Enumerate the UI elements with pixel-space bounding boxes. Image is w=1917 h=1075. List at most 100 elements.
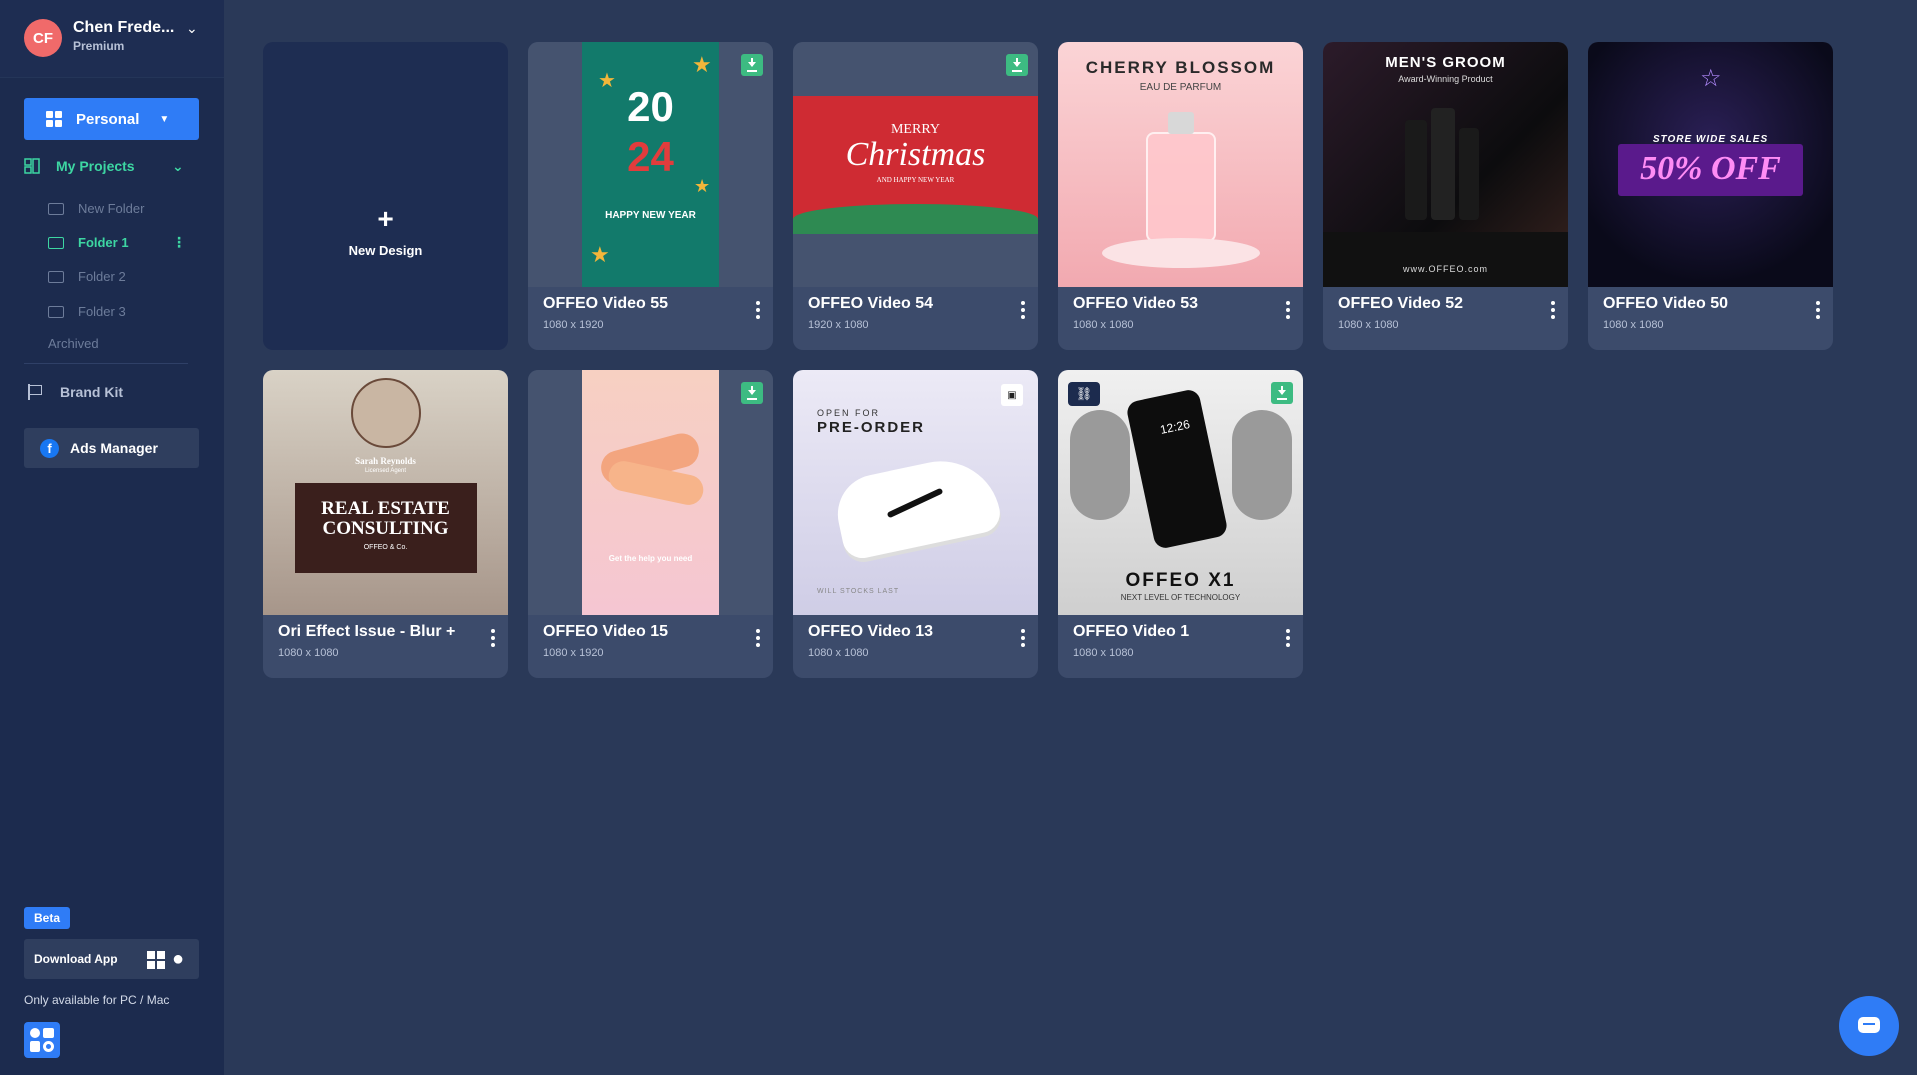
more-options-icon[interactable]: ⋮ <box>172 234 186 251</box>
project-title: OFFEO Video 53 <box>1073 295 1199 312</box>
offeo-logo[interactable] <box>24 1022 60 1058</box>
folder-item-1[interactable]: Folder 1 ⋮ <box>48 234 186 250</box>
project-thumbnail: STORE WIDE SALES 50% OFF ☆ <box>1588 42 1833 287</box>
download-icon[interactable] <box>1271 382 1293 404</box>
nav-my-projects[interactable]: My Projects ⌄ <box>24 158 184 174</box>
facebook-icon: f <box>40 438 59 458</box>
new-design-card[interactable]: + New Design <box>263 42 508 350</box>
project-title: OFFEO Video 52 <box>1338 295 1464 312</box>
folder-item-3[interactable]: Folder 3 <box>48 304 126 319</box>
project-title: OFFEO Video 13 <box>808 623 934 640</box>
project-size: 1080 x 1080 <box>278 647 339 659</box>
user-name: Chen Frede... <box>73 19 175 36</box>
project-card[interactable]: MEN'S GROOM Award-Winning Product www.OF… <box>1323 42 1568 350</box>
thumb-text: Christmas <box>845 136 986 173</box>
project-size: 1080 x 1080 <box>1338 319 1399 331</box>
download-icon[interactable] <box>1006 54 1028 76</box>
folder-item-2[interactable]: Folder 2 <box>48 269 126 284</box>
windows-icon <box>147 951 165 969</box>
chevron-down-icon[interactable]: ⌄ <box>186 20 198 37</box>
workspace-select-button[interactable]: Personal ▼ <box>24 98 199 140</box>
project-card[interactable]: OPEN FOR PRE-ORDER WILL STOCKS LAST ▣ OF… <box>793 370 1038 678</box>
thumb-text: CHERRY BLOSSOM <box>1085 58 1276 77</box>
thumb-text: OPEN FOR <box>817 408 881 418</box>
project-title: OFFEO Video 15 <box>543 623 669 640</box>
project-thumbnail: Sarah Reynolds Licensed Agent REAL ESTAT… <box>263 370 508 615</box>
more-options-icon[interactable] <box>1017 298 1029 322</box>
download-app-label: Download App <box>34 952 118 966</box>
project-size: 1920 x 1080 <box>808 319 869 331</box>
download-icon[interactable] <box>741 382 763 404</box>
thumb-text: Licensed Agent <box>364 468 407 474</box>
new-folder-button[interactable]: New Folder <box>48 201 144 216</box>
project-card[interactable]: Get the help you need OFFEO Video 15 108… <box>528 370 773 678</box>
thumb-text: OFFEO X1 <box>1125 570 1236 591</box>
project-card[interactable]: STORE WIDE SALES 50% OFF ☆ OFFEO Video 5… <box>1588 42 1833 350</box>
thumb-text: Get the help you need <box>608 554 693 563</box>
thumb-text: www.OFFEO.com <box>1402 264 1488 274</box>
link-icon[interactable]: ⛓ <box>1068 382 1100 406</box>
thumb-text: Sarah Reynolds <box>355 456 416 466</box>
nav-brand-kit[interactable]: Brand Kit <box>28 384 123 400</box>
thumb-text: EAU DE PARFUM <box>1139 82 1222 93</box>
project-thumbnail: MERRY Christmas AND HAPPY NEW YEAR <box>793 42 1038 287</box>
more-options-icon[interactable] <box>1282 298 1294 322</box>
more-options-icon[interactable] <box>1547 298 1559 322</box>
more-options-icon[interactable] <box>752 298 764 322</box>
project-size: 1080 x 1920 <box>543 319 604 331</box>
more-options-icon[interactable] <box>1812 298 1824 322</box>
project-thumbnail: MEN'S GROOM Award-Winning Product www.OF… <box>1323 42 1568 287</box>
folder-label: Folder 1 <box>78 235 129 250</box>
folder-icon <box>48 270 64 283</box>
project-thumbnail: CHERRY BLOSSOM EAU DE PARFUM <box>1058 42 1303 287</box>
sidebar: CF Chen Frede... Premium ⌄ Personal ▼ My… <box>0 0 224 1075</box>
new-design-label: New Design <box>348 243 423 258</box>
workspace-label: Personal <box>76 110 140 128</box>
more-options-icon[interactable] <box>1017 626 1029 650</box>
folder-icon <box>48 236 64 249</box>
avatar[interactable]: CF <box>24 19 62 57</box>
chat-icon <box>1858 1017 1880 1033</box>
chevron-down-icon[interactable]: ⌄ <box>172 158 184 175</box>
thumb-text: CONSULTING <box>322 518 449 539</box>
project-title: OFFEO Video 55 <box>543 295 669 312</box>
project-card[interactable]: CHERRY BLOSSOM EAU DE PARFUM OFFEO Video… <box>1058 42 1303 350</box>
ads-manager-label: Ads Manager <box>70 440 158 456</box>
download-app-button[interactable]: Download App ● <box>24 939 199 979</box>
ads-manager-button[interactable]: f Ads Manager <box>24 428 199 468</box>
plus-icon: + <box>377 203 394 234</box>
project-size: 1080 x 1080 <box>1073 319 1134 331</box>
project-card[interactable]: Sarah Reynolds Licensed Agent REAL ESTAT… <box>263 370 508 678</box>
thumb-text: WILL STOCKS LAST <box>817 588 900 595</box>
project-size: 1080 x 1080 <box>808 647 869 659</box>
project-card[interactable]: 12:26 OFFEO X1 NEXT LEVEL OF TECHNOLOGY … <box>1058 370 1303 678</box>
grid-icon <box>46 111 62 127</box>
folder-label: Folder 2 <box>78 269 126 284</box>
thumb-text: PRE-ORDER <box>817 419 926 436</box>
project-thumbnail: Get the help you need <box>528 370 773 615</box>
thumb-text: Award-Winning Product <box>1398 74 1493 84</box>
offeo-watermark-icon: ▣ <box>1001 384 1023 406</box>
divider <box>24 363 188 364</box>
project-title: Ori Effect Issue - Blur + <box>278 623 456 640</box>
caret-down-icon: ▼ <box>159 113 170 125</box>
project-card[interactable]: 20 24 HAPPY NEW YEAR ★ ★ ★ ★ OFFEO Video… <box>528 42 773 350</box>
project-title: OFFEO Video 50 <box>1603 295 1729 312</box>
folder-icon <box>48 305 64 318</box>
user-menu[interactable]: CF Chen Frede... Premium ⌄ <box>0 0 224 78</box>
thumb-text: REAL ESTATE <box>321 498 450 519</box>
download-icon[interactable] <box>741 54 763 76</box>
thumb-text: AND HAPPY NEW YEAR <box>876 176 955 184</box>
chat-support-button[interactable] <box>1839 996 1899 1056</box>
thumb-text: MEN'S GROOM <box>1385 54 1506 71</box>
beta-badge: Beta <box>24 907 70 929</box>
more-options-icon[interactable] <box>487 626 499 650</box>
more-options-icon[interactable] <box>752 626 764 650</box>
more-options-icon[interactable] <box>1282 626 1294 650</box>
nav-my-projects-label: My Projects <box>56 158 135 174</box>
user-plan: Premium <box>73 39 125 53</box>
project-card[interactable]: MERRY Christmas AND HAPPY NEW YEAR OFFEO… <box>793 42 1038 350</box>
project-title: OFFEO Video 1 <box>1073 623 1190 640</box>
project-thumbnail: OPEN FOR PRE-ORDER WILL STOCKS LAST ▣ <box>793 370 1038 615</box>
nav-archived[interactable]: Archived <box>48 336 99 351</box>
